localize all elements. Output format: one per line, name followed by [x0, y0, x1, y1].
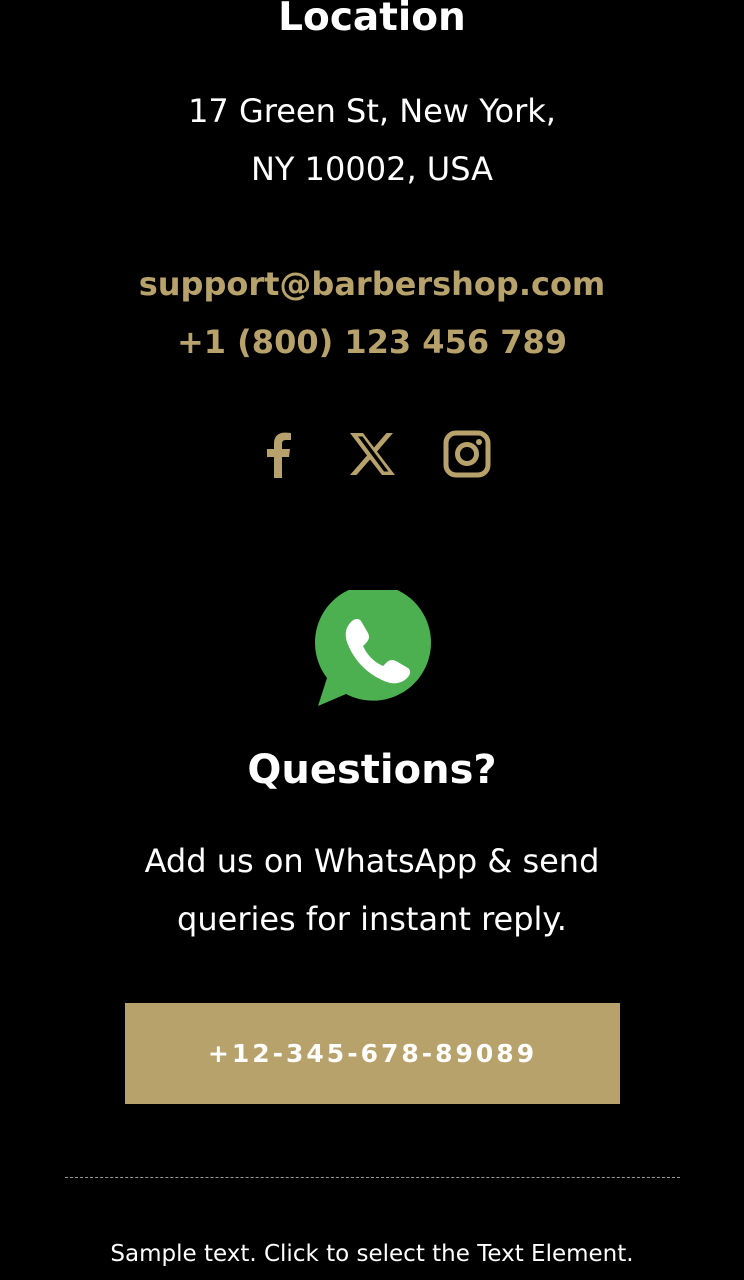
- address: 17 Green St, New York, NY 10002, USA: [0, 82, 744, 198]
- instagram-link[interactable]: [441, 428, 493, 480]
- sample-text[interactable]: Sample text. Click to select the Text El…: [0, 1238, 744, 1270]
- address-line-2: NY 10002, USA: [250, 150, 493, 188]
- location-heading: Location: [278, 0, 466, 40]
- x-link[interactable]: [346, 428, 398, 480]
- description-line-1: Add us on WhatsApp & send: [144, 842, 600, 880]
- x-icon: [350, 433, 395, 475]
- facebook-icon: [267, 432, 291, 478]
- instagram-icon: [443, 430, 491, 478]
- description-line-2: queries for instant reply.: [177, 900, 567, 938]
- whatsapp-description: Add us on WhatsApp & send queries for in…: [0, 832, 744, 948]
- questions-heading: Questions?: [247, 747, 497, 793]
- whatsapp-number-button[interactable]: +12-345-678-89089: [125, 1003, 620, 1104]
- address-line-1: 17 Green St, New York,: [188, 92, 556, 130]
- email-link[interactable]: support@barbershop.com: [0, 255, 744, 313]
- whatsapp-icon[interactable]: [312, 590, 432, 710]
- facebook-link[interactable]: [252, 428, 304, 480]
- phone-link[interactable]: +1 (800) 123 456 789: [0, 313, 744, 371]
- divider: [65, 1177, 680, 1178]
